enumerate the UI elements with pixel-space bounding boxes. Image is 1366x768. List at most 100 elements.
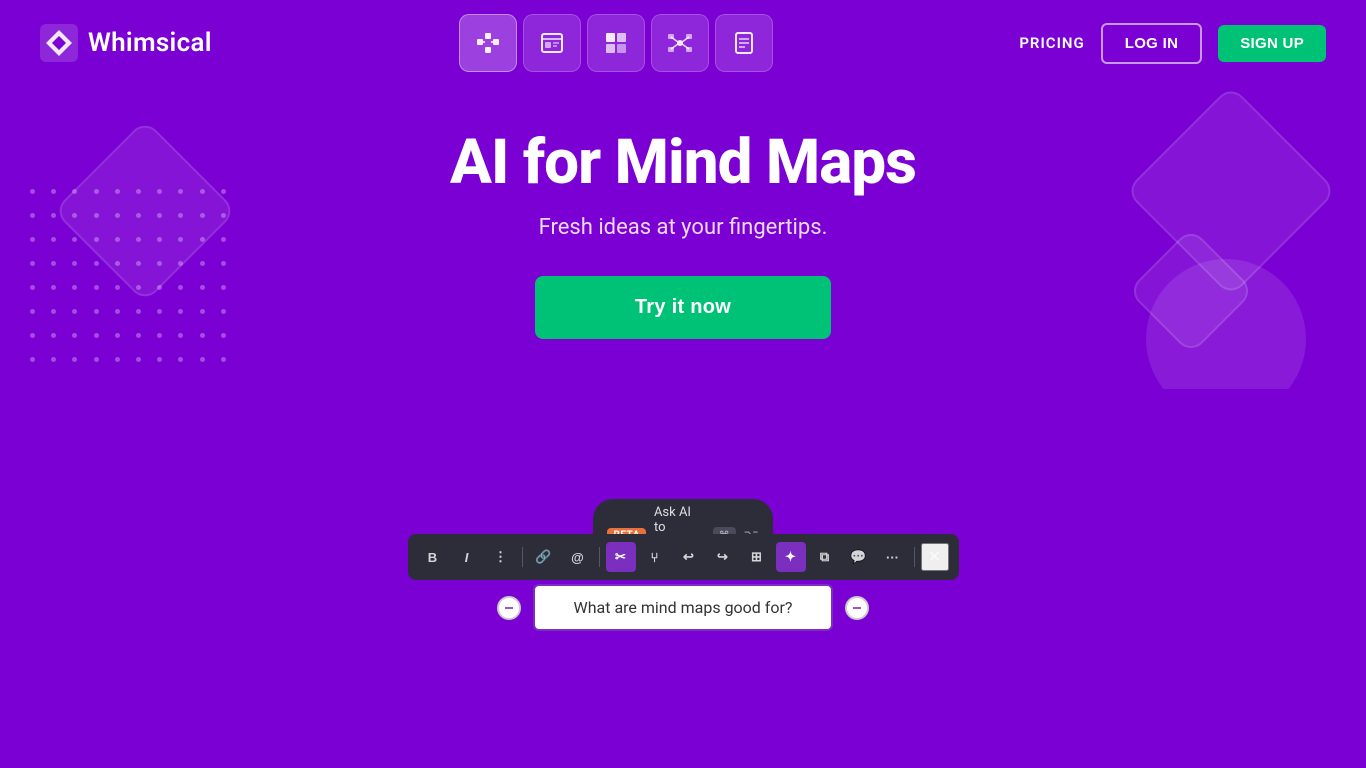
mention-button[interactable]: @ xyxy=(563,542,593,572)
comment-button[interactable]: 💬 xyxy=(844,542,874,572)
dot xyxy=(94,189,99,194)
wireframes-icon xyxy=(538,29,566,57)
ai-button[interactable]: ✦ xyxy=(776,542,806,572)
dot xyxy=(51,285,56,290)
dot xyxy=(221,333,226,338)
dot xyxy=(30,189,35,194)
mindmaps-icon xyxy=(666,29,694,57)
dot xyxy=(72,309,77,314)
curve-left-button[interactable]: ↩ xyxy=(674,542,704,572)
stickynotes-icon xyxy=(602,29,630,57)
close-button[interactable]: ✕ xyxy=(921,543,949,571)
cut-button[interactable]: ✂ xyxy=(606,542,636,572)
dot xyxy=(72,357,77,362)
dot xyxy=(51,189,56,194)
dot xyxy=(221,189,226,194)
tool-mindmaps[interactable] xyxy=(651,14,709,72)
signup-button[interactable]: SIGN UP xyxy=(1218,25,1326,62)
logo[interactable]: Whimsical xyxy=(40,24,212,62)
dot xyxy=(30,333,35,338)
ellipsis-button[interactable]: ··· xyxy=(878,542,908,572)
left-connector-inner xyxy=(505,607,513,609)
dot xyxy=(157,213,162,218)
dot xyxy=(221,237,226,242)
dot xyxy=(200,333,205,338)
dot xyxy=(136,285,141,290)
dot xyxy=(72,189,77,194)
dot xyxy=(178,357,183,362)
dot xyxy=(200,285,205,290)
login-button[interactable]: LOG IN xyxy=(1101,23,1202,64)
dot xyxy=(94,357,99,362)
more-text-button[interactable]: ⋮ xyxy=(486,542,516,572)
dot xyxy=(136,261,141,266)
dot xyxy=(157,357,162,362)
right-connector[interactable] xyxy=(845,596,869,620)
dot xyxy=(115,309,120,314)
tool-stickynotes[interactable] xyxy=(587,14,645,72)
dot xyxy=(115,285,120,290)
toolbar-divider-3 xyxy=(914,547,915,567)
dot xyxy=(72,213,77,218)
grid-button[interactable]: ⊞ xyxy=(742,542,772,572)
fork-button[interactable]: ⑂ xyxy=(640,542,670,572)
dot xyxy=(94,333,99,338)
dot xyxy=(115,237,120,242)
italic-button[interactable]: I xyxy=(452,542,482,572)
link-button[interactable]: 🔗 xyxy=(529,542,559,572)
dot xyxy=(157,309,162,314)
tool-flowcharts[interactable] xyxy=(459,14,517,72)
brand-name: Whimsical xyxy=(88,28,212,58)
dot xyxy=(200,357,205,362)
mind-map-node[interactable]: What are mind maps good for? xyxy=(533,584,833,631)
dot xyxy=(51,213,56,218)
left-connector[interactable] xyxy=(497,596,521,620)
dot xyxy=(200,237,205,242)
pricing-link[interactable]: PRICING xyxy=(1019,34,1084,52)
dot xyxy=(51,309,56,314)
page-wrapper: Whimsical xyxy=(0,0,1366,768)
dot-grid-decoration xyxy=(30,189,230,369)
flowcharts-icon xyxy=(474,29,502,57)
nav-tools xyxy=(459,14,773,72)
dot xyxy=(115,261,120,266)
dot xyxy=(136,309,141,314)
dot xyxy=(178,237,183,242)
dot xyxy=(136,213,141,218)
nav-right: PRICING LOG IN SIGN UP xyxy=(1019,23,1326,64)
dot xyxy=(157,261,162,266)
dot xyxy=(221,285,226,290)
dot xyxy=(178,309,183,314)
text-node-container: What are mind maps good for? xyxy=(497,584,869,631)
dot xyxy=(157,189,162,194)
dot xyxy=(94,285,99,290)
dot xyxy=(115,333,120,338)
dot xyxy=(30,213,35,218)
dot xyxy=(136,333,141,338)
dot xyxy=(115,213,120,218)
bold-button[interactable]: B xyxy=(418,542,448,572)
dot xyxy=(157,237,162,242)
dot xyxy=(72,237,77,242)
duplicate-button[interactable]: ⧉ xyxy=(810,542,840,572)
curve-right-button[interactable]: ↪ xyxy=(708,542,738,572)
dot xyxy=(94,261,99,266)
dot xyxy=(30,309,35,314)
dot xyxy=(200,189,205,194)
dot xyxy=(30,357,35,362)
tool-wireframes[interactable] xyxy=(523,14,581,72)
dot xyxy=(136,189,141,194)
dot xyxy=(51,261,56,266)
dot xyxy=(136,357,141,362)
right-connector-inner xyxy=(853,607,861,609)
dot xyxy=(178,261,183,266)
dot xyxy=(178,189,183,194)
tool-docs[interactable] xyxy=(715,14,773,72)
dot xyxy=(178,213,183,218)
dot xyxy=(51,237,56,242)
try-it-now-button[interactable]: Try it now xyxy=(535,276,831,339)
dot xyxy=(94,237,99,242)
dot xyxy=(221,357,226,362)
dot xyxy=(221,261,226,266)
dot xyxy=(115,357,120,362)
